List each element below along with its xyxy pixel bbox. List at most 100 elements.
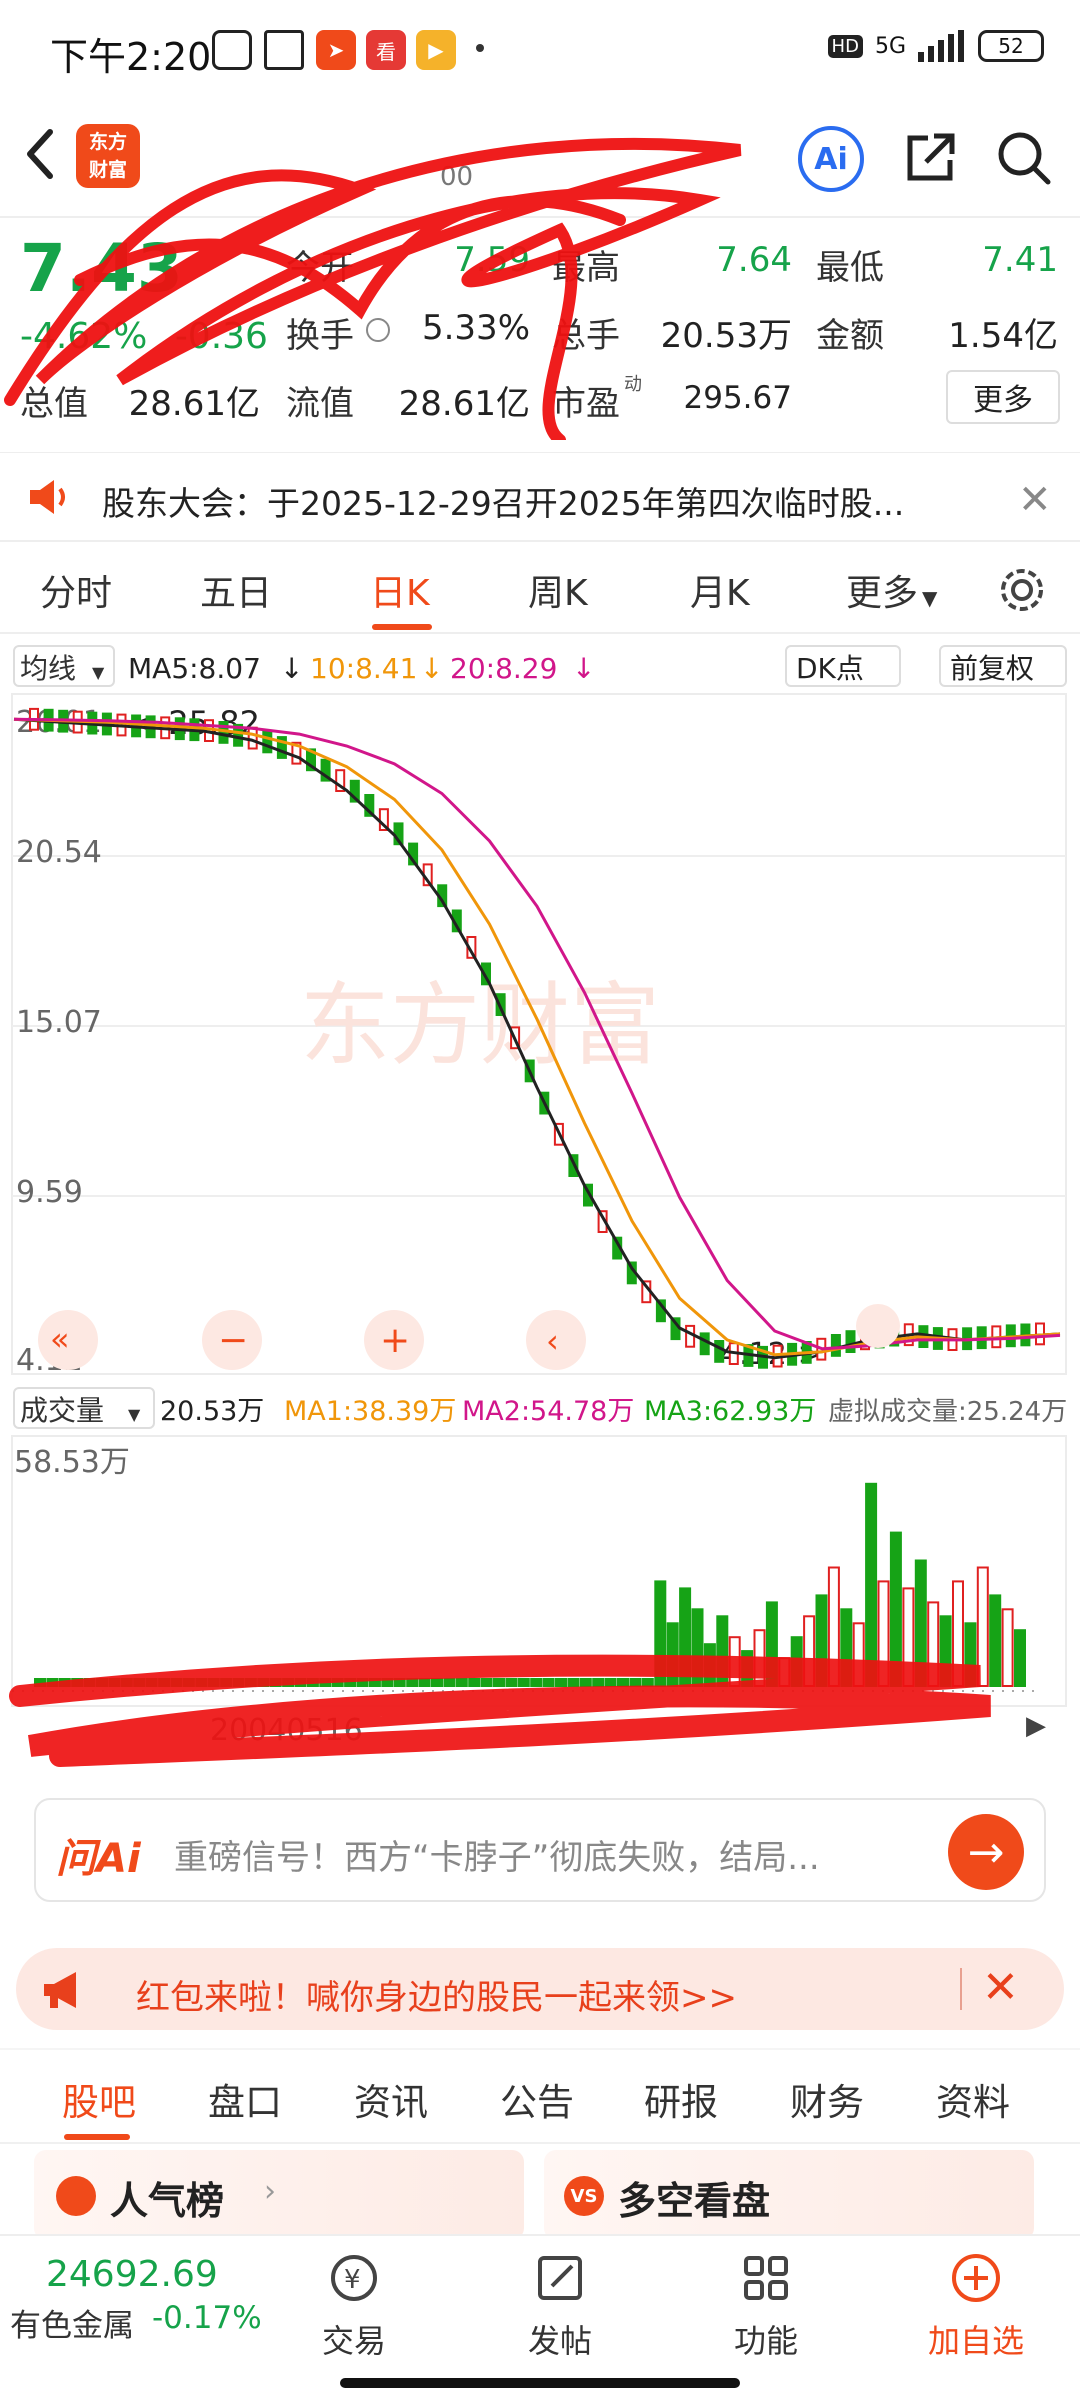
ai-news-bar[interactable]: 问Ai 重磅信号！西方“卡脖子”彻底失败，结局... →: [34, 1798, 1046, 1902]
tab-news[interactable]: 资讯: [354, 2072, 428, 2126]
vol-selector[interactable]: 成交量: [20, 1394, 104, 1427]
minus-icon: −: [218, 1320, 248, 1361]
speaker-icon: [30, 480, 65, 514]
volume-bar: [468, 1678, 481, 1687]
gear-icon[interactable]: [996, 564, 1048, 616]
arrow-right-icon[interactable]: →: [948, 1814, 1024, 1890]
tab-forum[interactable]: 股吧: [62, 2072, 136, 2126]
volume-bar: [505, 1678, 518, 1687]
tab-five-day[interactable]: 五日: [200, 564, 272, 616]
low-label: 最低: [816, 248, 884, 288]
candle: [247, 726, 258, 750]
search-icon[interactable]: [994, 128, 1054, 188]
promo-text[interactable]: 红包来啦！喊你身边的股民一起来领>>: [136, 1970, 737, 2019]
promo-banner[interactable]: 红包来啦！喊你身边的股民一起来领>> ✕: [16, 1948, 1064, 2030]
tab-more[interactable]: 更多 ▼: [846, 564, 937, 616]
volume-bar: [517, 1678, 530, 1687]
edit-icon: [538, 2256, 582, 2300]
double-chevron-left-icon: «: [50, 1320, 70, 1358]
alarm-icon: [212, 30, 252, 70]
home-indicator: [340, 2378, 740, 2388]
amount-label: 金额: [816, 316, 884, 356]
volume-bar: [989, 1594, 1002, 1688]
more-quote-button[interactable]: 更多: [946, 370, 1060, 424]
watermark: 东方财富: [300, 973, 660, 1078]
chevron-down-icon: ▼: [128, 1405, 141, 1424]
vol-value: 20.53万: [160, 1396, 264, 1427]
volume-bar: [542, 1678, 555, 1687]
tab-monthly-k[interactable]: 月K: [690, 564, 750, 616]
chevron-left-icon: ‹: [546, 1322, 559, 1360]
volume-bar: [592, 1678, 605, 1687]
vol-ma2: MA2:54.78万: [462, 1396, 634, 1427]
chevron-down-icon: ▼: [922, 586, 938, 610]
candle: [714, 1340, 725, 1363]
announcement-text[interactable]: 股东大会：于2025-12-29召开2025年第四次临时股...: [102, 477, 904, 525]
status-right-group: HD 5G 52: [827, 30, 1044, 62]
announcement-bar[interactable]: 股东大会：于2025-12-29召开2025年第四次临时股... ✕: [0, 452, 1080, 542]
nav-label: 交易: [321, 2322, 386, 2360]
volume-bar: [641, 1678, 654, 1687]
volume-bar: [1014, 1629, 1026, 1688]
down-arrow-icon: ↓: [280, 652, 303, 685]
nav-trade[interactable]: ¥ 交易: [294, 2250, 414, 2362]
ai-assistant-button[interactable]: Ai: [798, 126, 864, 192]
low-value: 7.41: [982, 240, 1058, 280]
nav-add-watchlist[interactable]: 加自选: [916, 2250, 1036, 2362]
expand-button[interactable]: [856, 1304, 900, 1348]
vs-icon: VS: [564, 2176, 604, 2216]
volume-bar: [480, 1678, 493, 1687]
share-icon[interactable]: [900, 128, 960, 188]
volume-bar: [555, 1678, 567, 1687]
popularity-card[interactable]: 人气榜 ›: [34, 2150, 524, 2240]
volume-bar: [455, 1678, 468, 1687]
volume-bar: [406, 1678, 419, 1687]
y-tick: 15.07: [16, 1005, 102, 1040]
tab-orderbook[interactable]: 盘口: [208, 2072, 282, 2126]
close-icon[interactable]: ✕: [1018, 477, 1052, 523]
volume-bar: [1001, 1608, 1014, 1687]
popularity-title: 人气榜: [110, 2179, 225, 2223]
ma5-value: MA5:8.07: [128, 652, 261, 685]
tab-research[interactable]: 研报: [644, 2072, 718, 2126]
volume-bar: [579, 1678, 592, 1687]
tab-financials[interactable]: 财务: [790, 2072, 864, 2126]
ai-logo: 问Ai: [56, 1836, 141, 1882]
volume-bar: [865, 1482, 878, 1687]
tab-more-label: 更多: [846, 573, 919, 614]
longshort-card[interactable]: VS 多空看盘: [544, 2150, 1034, 2240]
nav-post[interactable]: 发帖: [500, 2250, 620, 2362]
dk-button[interactable]: DK点: [796, 652, 864, 685]
megaphone-icon: [44, 1972, 76, 2008]
more-notifications-dot: [476, 44, 484, 52]
tab-profile[interactable]: 资料: [936, 2072, 1010, 2126]
virtual-volume: 虚拟成交量:25.24万: [828, 1397, 1067, 1427]
ma20-value: 20:8.29: [450, 652, 557, 685]
volume-bar: [418, 1678, 431, 1687]
nav-label: 功能: [733, 2322, 798, 2360]
ma-selector[interactable]: 均线: [20, 652, 76, 685]
adjust-button[interactable]: 前复权: [950, 652, 1034, 685]
candle: [685, 1324, 696, 1348]
tab-weekly-k[interactable]: 周K: [528, 564, 588, 616]
divider: [960, 1968, 962, 2010]
candle: [262, 730, 273, 754]
sector-index-value[interactable]: 24692.69: [46, 2254, 218, 2295]
volume-bar: [493, 1678, 505, 1687]
ai-headline[interactable]: 重磅信号！西方“卡脖子”彻底失败，结局...: [174, 1830, 820, 1879]
quote-panel: 7.43 -4.62% -0.36 今开 7.59 最高 7.64 最低 7.4…: [0, 137, 1080, 450]
tab-intraday[interactable]: 分时: [40, 564, 112, 616]
signal-icon: [918, 30, 964, 62]
kline-chart[interactable]: 均线 ▼ MA5:8.07 ↓ 10:8.41 ↓ 20:8.29 ↓ DK点 …: [0, 636, 1080, 1776]
nav-label: 发帖: [527, 2322, 592, 2360]
bar-chart-icon: [56, 2176, 96, 2216]
tab-announcements[interactable]: 公告: [500, 2072, 574, 2126]
close-icon[interactable]: ✕: [982, 1962, 1019, 2013]
nav-functions[interactable]: 功能: [706, 2250, 826, 2362]
nfc-icon: [264, 30, 304, 70]
grid-icon: [744, 2256, 788, 2300]
tab-daily-k[interactable]: 日K: [370, 564, 430, 616]
scroll-right-icon[interactable]: ▶: [1026, 1711, 1046, 1741]
app-notification-icon: ➤: [316, 30, 356, 70]
sector-name[interactable]: 有色金属: [10, 2300, 134, 2345]
